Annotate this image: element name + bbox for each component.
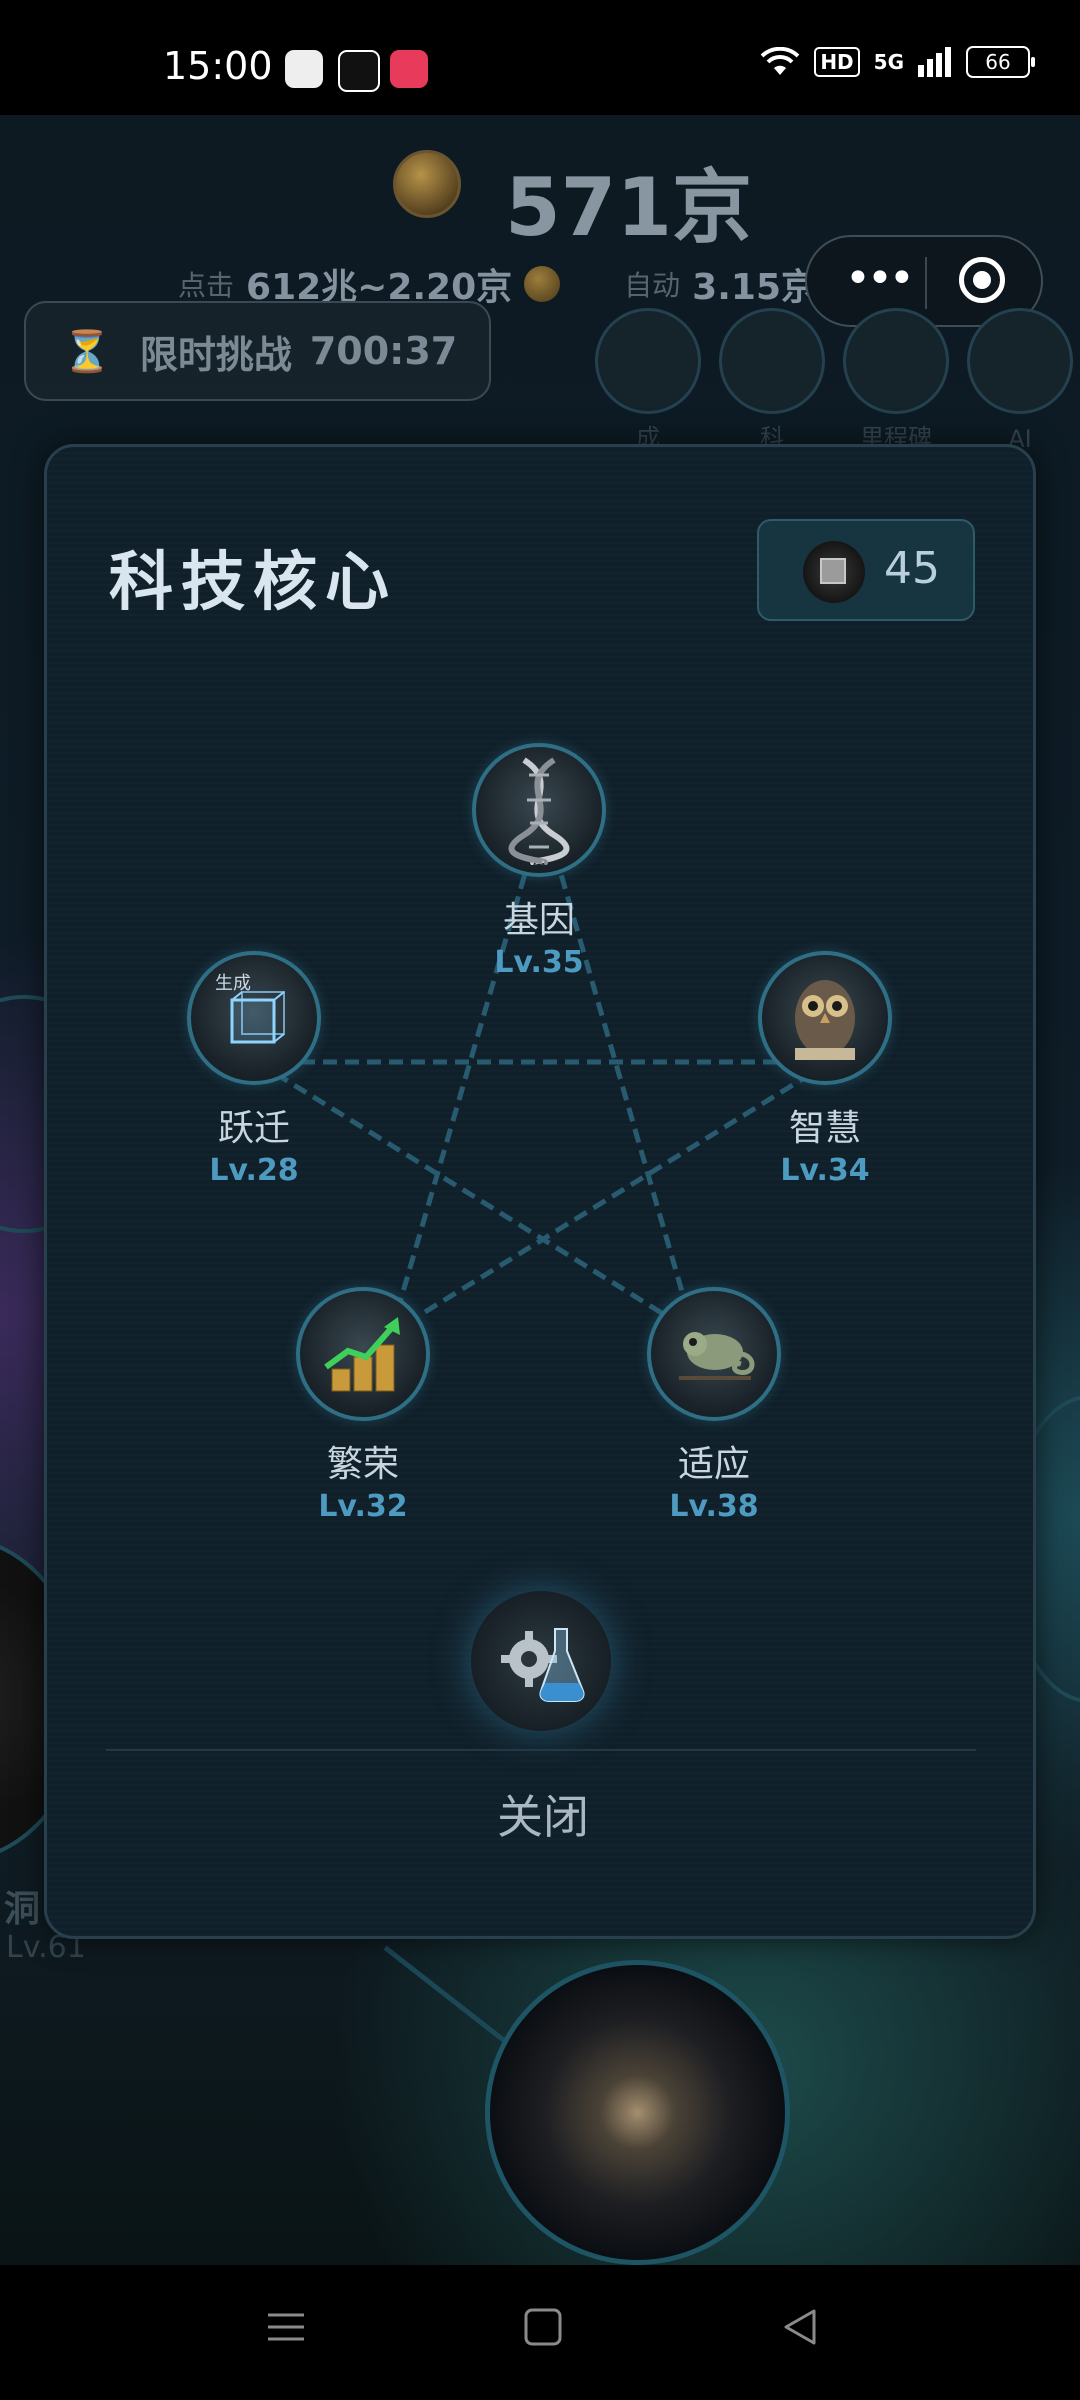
node-name: 繁荣 (326, 1444, 399, 1485)
status-bar: 15:00 HD 5G 66 (0, 0, 1080, 115)
node-level: Lv.34 (780, 1153, 870, 1188)
challenge-timer: 700:37 (309, 329, 458, 373)
owl-icon (758, 951, 892, 1085)
dialog-title: 科技核心 (109, 546, 397, 620)
signal-icon (918, 47, 951, 77)
node-level: Lv.35 (494, 945, 584, 980)
click-label: 点击 (178, 269, 235, 302)
battery-icon: 66 (966, 46, 1035, 78)
bg-connector (383, 1945, 513, 2048)
node-level: Lv.32 (318, 1489, 408, 1524)
auto-label: 自动 (624, 269, 681, 302)
node-level: Lv.38 (669, 1489, 759, 1524)
challenge-label: 限时挑战 (139, 332, 292, 377)
hologram-cube-icon: 生成 (187, 951, 321, 1085)
status-icons: HD 5G 66 (760, 46, 1035, 78)
hd-icon: HD (814, 47, 860, 77)
menu-achievements-button[interactable]: 成 (595, 308, 701, 452)
status-time: 15:00 (163, 44, 273, 88)
coins-growth-icon (296, 1287, 430, 1421)
chameleon-icon (647, 1287, 781, 1421)
menu-milestones-button[interactable]: 里程碑 (843, 308, 949, 452)
chip-icon (803, 541, 865, 603)
tech-core-dialog: 科技核心 45 基因 Lv.35 生成 跃迁 Lv.28 智慧 Lv.34 繁荣… (44, 444, 1036, 1939)
bg-node-name: 洞 (4, 1889, 41, 1930)
tech-node-leap[interactable]: 生成 跃迁 Lv.28 (187, 951, 327, 1188)
game-menu: 成 科 里程碑 AI (595, 308, 1073, 453)
auto-value: 3.15京 (692, 267, 817, 308)
hourglass-icon: ⏳ (62, 328, 112, 375)
network-type: 5G (873, 50, 904, 74)
node-name: 基因 (502, 900, 575, 941)
coin-icon (524, 266, 561, 302)
capsule-divider (925, 257, 927, 309)
node-badge: 生成 (215, 973, 251, 994)
dialog-divider (106, 1749, 976, 1751)
back-triangle-icon[interactable] (780, 2307, 820, 2347)
chip-count: 45 (884, 543, 940, 594)
galaxy-node[interactable] (485, 1960, 790, 2265)
dna-icon (472, 743, 606, 877)
app-notification-icon (285, 50, 323, 88)
menu-ai-button[interactable]: AI (967, 308, 1073, 453)
coin-icon (393, 150, 461, 218)
currency-total: 571京 (505, 161, 752, 254)
system-nav-bar (0, 2265, 1080, 2400)
limited-challenge-button[interactable]: ⏳ 限时挑战 700:37 (24, 301, 491, 401)
tech-node-gene[interactable]: 基因 Lv.35 (472, 743, 612, 980)
more-icon[interactable]: ••• (845, 257, 915, 301)
tech-node-prosperity[interactable]: 繁荣 Lv.32 (296, 1287, 436, 1524)
chip-counter: 45 (757, 519, 975, 621)
node-name: 智慧 (788, 1108, 861, 1149)
node-name: 适应 (677, 1444, 750, 1485)
node-name: 跃迁 (217, 1108, 290, 1149)
shopping-notification-icon (390, 50, 428, 88)
home-square-icon[interactable] (523, 2307, 563, 2347)
gear-flask-icon[interactable] (471, 1591, 611, 1731)
node-level: Lv.28 (209, 1153, 299, 1188)
close-miniprogram-icon[interactable] (959, 257, 1005, 303)
tech-node-adapt[interactable]: 适应 Lv.38 (647, 1287, 787, 1524)
tech-node-wisdom[interactable]: 智慧 Lv.34 (758, 951, 898, 1188)
close-button[interactable]: 关闭 (443, 1782, 643, 1852)
menu-tech-button[interactable]: 科 (719, 308, 825, 452)
menu-icon[interactable] (266, 2307, 306, 2347)
wifi-icon (760, 47, 800, 75)
tiktok-notification-icon (338, 50, 380, 92)
